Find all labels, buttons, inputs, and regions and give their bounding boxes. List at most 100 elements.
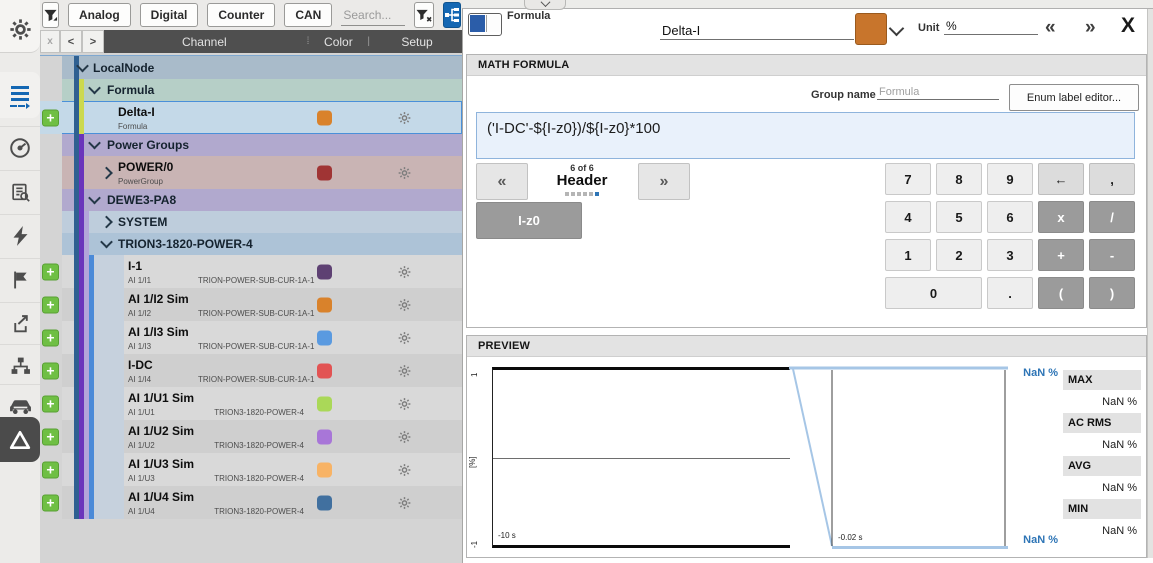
channel-color-button[interactable]: [855, 13, 887, 45]
channel-setup-gear-icon[interactable]: [398, 463, 411, 476]
add-channel-button[interactable]: [42, 494, 59, 511]
chevron-down-icon[interactable]: [88, 192, 101, 205]
pager-dot[interactable]: [577, 192, 581, 196]
tree-group-row[interactable]: TRION3-1820-POWER-4: [40, 233, 462, 255]
channel-row[interactable]: POWER/0PowerGroup: [40, 156, 462, 189]
column-setup[interactable]: Setup: [372, 35, 462, 49]
channel-setup-gear-icon[interactable]: [398, 397, 411, 410]
add-channel-button[interactable]: [42, 395, 59, 412]
filter-digital-button[interactable]: Digital: [140, 3, 199, 27]
add-channel-button[interactable]: [42, 428, 59, 445]
pager-dot[interactable]: [583, 192, 587, 196]
channel-setup-gear-icon[interactable]: [398, 331, 411, 344]
add-channel-button[interactable]: [42, 362, 59, 379]
network-sitemap-icon[interactable]: [0, 344, 40, 387]
open-paren-key[interactable]: (: [1038, 277, 1084, 309]
channel-list-icon[interactable]: [0, 76, 40, 118]
pager-dot[interactable]: [565, 192, 569, 196]
close-paren-key[interactable]: ): [1089, 277, 1135, 309]
pager-dot[interactable]: [571, 192, 575, 196]
channel-row[interactable]: AI 1/U4 SimAI 1/U4TRION3-1820-POWER-4: [40, 486, 462, 519]
channel-color-swatch[interactable]: [317, 297, 332, 312]
channel-setup-gear-icon[interactable]: [398, 364, 411, 377]
prev-channel-button[interactable]: «: [1045, 18, 1056, 37]
tree-view-button[interactable]: [443, 2, 461, 28]
panel-scrollbar[interactable]: [1147, 9, 1153, 558]
channel-setup-gear-icon[interactable]: [398, 166, 411, 179]
delta-logo-tab[interactable]: [0, 417, 40, 462]
channel-setup-gear-icon[interactable]: [398, 111, 411, 124]
flag-icon[interactable]: [0, 258, 40, 301]
channel-row[interactable]: AI 1/I3 SimAI 1/I3TRION-POWER-SUB-CUR-1A…: [40, 321, 462, 354]
key-2[interactable]: 2: [936, 239, 982, 271]
add-channel-button[interactable]: [42, 296, 59, 313]
channel-row[interactable]: AI 1/U1 SimAI 1/U1TRION3-1820-POWER-4: [40, 387, 462, 420]
variable-i-z0-button[interactable]: I-z0: [476, 202, 582, 239]
filter-analog-button[interactable]: Analog: [68, 3, 131, 27]
channel-color-swatch[interactable]: [317, 462, 332, 477]
pager-dot[interactable]: [589, 192, 593, 196]
tree-group-row[interactable]: LocalNode: [40, 56, 462, 79]
settings-gear-icon[interactable]: [0, 8, 40, 50]
clear-columns-button[interactable]: x: [40, 30, 60, 53]
unit-input[interactable]: [944, 18, 1038, 35]
tree-group-row[interactable]: SYSTEM: [40, 211, 462, 233]
chevron-down-icon[interactable]: [88, 82, 101, 95]
plus-key[interactable]: +: [1038, 239, 1084, 271]
comma-key[interactable]: ,: [1089, 163, 1135, 195]
collapse-panel-tab[interactable]: [524, 0, 566, 10]
filter-can-button[interactable]: CAN: [284, 3, 332, 27]
channel-row[interactable]: I-1AI 1/I1TRION-POWER-SUB-CUR-1A-1: [40, 255, 462, 288]
add-channel-button[interactable]: [42, 263, 59, 280]
chevron-down-icon[interactable]: [100, 236, 113, 249]
channel-color-swatch[interactable]: [317, 429, 332, 444]
channel-color-swatch[interactable]: [317, 495, 332, 510]
column-channel[interactable]: Channel: [104, 35, 305, 49]
channel-name-input[interactable]: [660, 22, 854, 40]
key-8[interactable]: 8: [936, 163, 982, 195]
trigger-lightning-icon[interactable]: [0, 214, 40, 257]
close-button[interactable]: X: [1121, 16, 1135, 35]
keypad-page-prev-button[interactable]: «: [476, 163, 528, 200]
export-share-icon[interactable]: [0, 302, 40, 345]
backspace-key[interactable]: ←: [1038, 163, 1084, 195]
gauge-icon[interactable]: [0, 126, 40, 169]
channel-color-swatch[interactable]: [317, 396, 332, 411]
key-0[interactable]: 0: [885, 277, 982, 309]
add-channel-button[interactable]: [42, 109, 59, 126]
channel-setup-gear-icon[interactable]: [398, 298, 411, 311]
next-channel-button[interactable]: »: [1085, 18, 1096, 37]
channel-enable-toggle[interactable]: [468, 13, 502, 36]
add-channel-button[interactable]: [42, 461, 59, 478]
tree-group-row[interactable]: Formula: [40, 79, 462, 101]
channel-color-swatch[interactable]: [317, 330, 332, 345]
filter-settings-button[interactable]: [42, 2, 59, 28]
key-9[interactable]: 9: [987, 163, 1033, 195]
key-3[interactable]: 3: [987, 239, 1033, 271]
tree-group-row[interactable]: DEWE3-PA8: [40, 189, 462, 211]
channel-color-swatch[interactable]: [317, 264, 332, 279]
tree-group-row[interactable]: Power Groups: [40, 134, 462, 156]
add-channel-button[interactable]: [42, 329, 59, 346]
channel-row[interactable]: AI 1/U3 SimAI 1/U3TRION3-1820-POWER-4: [40, 453, 462, 486]
chevron-right-icon[interactable]: [100, 216, 113, 229]
column-color[interactable]: Color: [311, 35, 365, 49]
channel-color-swatch[interactable]: [317, 110, 332, 125]
key-1[interactable]: 1: [885, 239, 931, 271]
channel-color-swatch[interactable]: [317, 165, 332, 180]
key-4[interactable]: 4: [885, 201, 931, 233]
key-6[interactable]: 6: [987, 201, 1033, 233]
column-prev-button[interactable]: <: [60, 30, 82, 53]
chevron-down-icon[interactable]: [88, 137, 101, 150]
key-5[interactable]: 5: [936, 201, 982, 233]
clear-filter-button[interactable]: [414, 2, 434, 28]
key-7[interactable]: 7: [885, 163, 931, 195]
keypad-page-next-button[interactable]: »: [638, 163, 690, 200]
decimal-key[interactable]: .: [987, 277, 1033, 309]
channel-color-swatch[interactable]: [317, 363, 332, 378]
group-name-input[interactable]: [877, 85, 999, 100]
channel-setup-gear-icon[interactable]: [398, 430, 411, 443]
report-search-icon[interactable]: [0, 170, 40, 213]
channel-row[interactable]: AI 1/I2 SimAI 1/I2TRION-POWER-SUB-CUR-1A…: [40, 288, 462, 321]
channel-row[interactable]: Delta-IFormula: [40, 101, 462, 134]
